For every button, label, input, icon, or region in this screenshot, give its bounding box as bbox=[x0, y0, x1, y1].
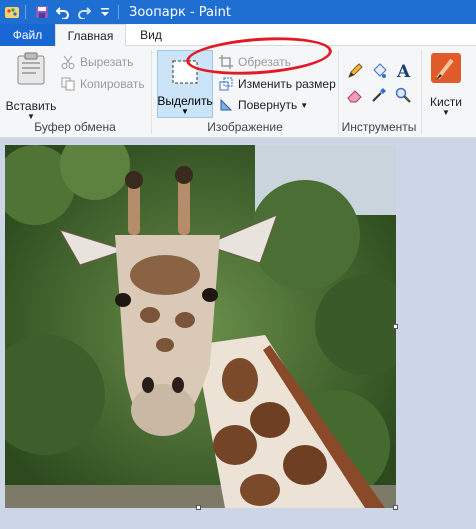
resize-handle[interactable] bbox=[393, 505, 398, 510]
clipboard-icon bbox=[16, 52, 46, 89]
rotate-button[interactable]: Повернуть ▼ bbox=[218, 97, 308, 113]
scissors-icon bbox=[60, 54, 76, 70]
copy-button[interactable]: Копировать bbox=[60, 76, 145, 92]
select-label: Выделить bbox=[157, 94, 213, 108]
giraffe-photo-art bbox=[5, 145, 396, 508]
paste-button[interactable]: Вставить ▼ bbox=[6, 52, 56, 121]
title-separator bbox=[25, 5, 26, 19]
copy-icon bbox=[60, 76, 76, 92]
clipboard-group-label: Буфер обмена bbox=[34, 120, 116, 134]
chevron-down-icon: ▼ bbox=[300, 100, 309, 110]
resize-button[interactable]: Изменить размер bbox=[218, 76, 336, 92]
giraffe-image[interactable] bbox=[5, 145, 396, 508]
cut-label: Вырезать bbox=[80, 55, 134, 69]
brushes-button[interactable]: Кисти ▼ bbox=[426, 52, 466, 117]
tab-view[interactable]: Вид bbox=[126, 24, 176, 46]
tools-group-label: Инструменты bbox=[341, 120, 417, 134]
chevron-down-icon: ▼ bbox=[181, 107, 189, 116]
title-bar: Зоопарк - Paint bbox=[0, 0, 476, 24]
brushes-label: Кисти bbox=[430, 95, 462, 109]
window-title: Зоопарк - Paint bbox=[129, 4, 231, 20]
title-separator bbox=[118, 5, 119, 19]
resize-handle[interactable] bbox=[393, 324, 398, 329]
group-separator bbox=[421, 50, 422, 134]
rotate-label: Повернуть bbox=[238, 98, 298, 112]
resize-label: Изменить размер bbox=[238, 77, 336, 91]
magnifier-icon[interactable] bbox=[394, 86, 412, 104]
eraser-icon[interactable] bbox=[346, 86, 364, 104]
pencil-icon[interactable] bbox=[346, 62, 364, 80]
fill-bucket-icon[interactable] bbox=[370, 62, 388, 80]
svg-text:A: A bbox=[396, 62, 411, 79]
quick-access-dropdown-icon[interactable] bbox=[96, 4, 114, 20]
paste-label: Вставить bbox=[5, 99, 57, 113]
resize-icon bbox=[218, 76, 234, 92]
image-group-label: Изображение bbox=[207, 120, 283, 134]
brush-icon bbox=[430, 52, 462, 87]
save-icon[interactable] bbox=[33, 4, 51, 20]
undo-icon[interactable] bbox=[54, 4, 72, 20]
chevron-down-icon: ▼ bbox=[442, 108, 450, 117]
text-icon[interactable]: A bbox=[394, 60, 414, 80]
copy-label: Копировать bbox=[80, 77, 145, 91]
cut-button[interactable]: Вырезать bbox=[60, 54, 133, 70]
redo-icon[interactable] bbox=[75, 4, 93, 20]
rotate-icon bbox=[218, 97, 234, 113]
tab-file[interactable]: Файл bbox=[0, 24, 55, 46]
resize-handle[interactable] bbox=[196, 505, 201, 510]
paint-app-icon bbox=[3, 4, 21, 20]
color-picker-icon[interactable] bbox=[370, 86, 388, 104]
tab-home[interactable]: Главная bbox=[55, 24, 126, 47]
